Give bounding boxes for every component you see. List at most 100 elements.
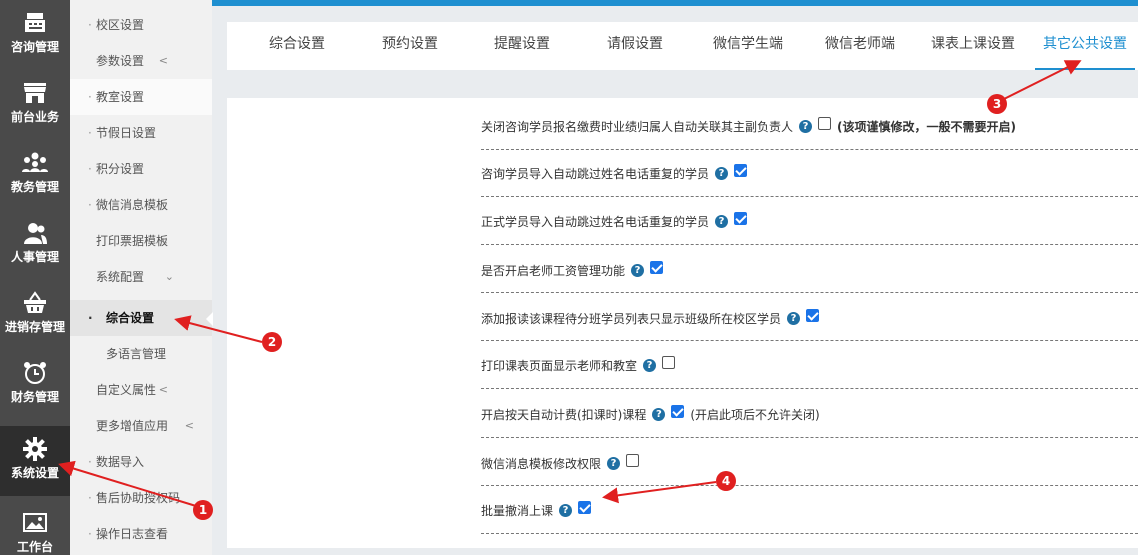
rail-label: 教务管理 bbox=[10, 180, 59, 194]
tab-leave[interactable]: 请假设置 bbox=[593, 22, 677, 70]
chevron-left-icon: < bbox=[158, 54, 168, 67]
help-icon[interactable]: ? bbox=[799, 120, 813, 133]
setting-label: 咨询学员导入自动跳过姓名电话重复的学员 bbox=[481, 167, 710, 181]
submenu-item-parameters[interactable]: 参数设置 < bbox=[70, 43, 212, 79]
top-accent-bar bbox=[212, 0, 1138, 6]
setting-label: 打印课表页面显示老师和教室 bbox=[481, 359, 638, 373]
submenu-item-custom-attributes[interactable]: 自定义属性 < bbox=[70, 372, 212, 408]
rail-label: 财务管理 bbox=[10, 390, 59, 404]
basket-icon bbox=[24, 291, 46, 313]
setting-label: 微信消息模板修改权限 bbox=[481, 457, 602, 471]
row-divider bbox=[481, 485, 1138, 486]
setting-checkbox[interactable] bbox=[818, 117, 832, 130]
setting-row: 正式学员导入自动跳过姓名电话重复的学员? bbox=[481, 212, 1138, 230]
setting-checkbox[interactable] bbox=[671, 405, 685, 418]
rail-item-system-settings[interactable]: 系统设置 bbox=[0, 426, 70, 496]
rail-label: 工作台 bbox=[16, 540, 53, 554]
rail-label: 前台业务 bbox=[10, 110, 59, 124]
annotation-badge-4: 4 bbox=[716, 471, 736, 491]
rail-label: 人事管理 bbox=[10, 250, 59, 264]
annotation-badge-1: 1 bbox=[193, 500, 213, 520]
setting-row: 关闭咨询学员报名缴费时业绩归属人自动关联其主副负责人? (该项谨慎修改，一般不需要… bbox=[481, 117, 1138, 135]
tab-general[interactable]: 综合设置 bbox=[255, 22, 339, 70]
help-icon[interactable]: ? bbox=[715, 167, 729, 180]
storefront-icon bbox=[24, 83, 46, 103]
people-icon bbox=[24, 223, 47, 244]
setting-checkbox[interactable] bbox=[662, 356, 676, 369]
chevron-left-icon: < bbox=[184, 419, 194, 432]
submenu-item-classroom[interactable]: · 教室设置 bbox=[70, 79, 212, 115]
setting-row: 是否开启老师工资管理功能? bbox=[481, 261, 1138, 279]
submenu-item-campus[interactable]: · 校区设置 bbox=[70, 7, 212, 43]
submenu-item-wechat-templates[interactable]: · 微信消息模板 bbox=[70, 187, 212, 223]
row-divider bbox=[481, 244, 1138, 245]
tab-other-public-settings[interactable]: 其它公共设置 bbox=[1035, 22, 1135, 70]
setting-checkbox[interactable] bbox=[578, 501, 592, 514]
help-icon[interactable]: ? bbox=[631, 264, 645, 277]
setting-row: 打印课表页面显示老师和教室? bbox=[481, 356, 1138, 374]
tab-wechat-student[interactable]: 微信学生端 bbox=[701, 22, 795, 70]
setting-label: 开启按天自动计费(扣课时)课程 bbox=[481, 408, 647, 422]
setting-note: (开启此项后不允许关闭) bbox=[690, 408, 820, 422]
setting-label: 批量撤消上课 bbox=[481, 504, 554, 518]
alarm-clock-icon bbox=[24, 362, 46, 384]
row-divider bbox=[481, 437, 1138, 438]
help-icon[interactable]: ? bbox=[787, 312, 801, 325]
submenu-item-points[interactable]: · 积分设置 bbox=[70, 151, 212, 187]
setting-row: 添加报读该课程待分班学员列表只显示班级所在校区学员? bbox=[481, 309, 1138, 327]
register-icon bbox=[25, 13, 45, 32]
setting-label: 是否开启老师工资管理功能 bbox=[481, 264, 626, 278]
setting-row: 咨询学员导入自动跳过姓名电话重复的学员? bbox=[481, 164, 1138, 182]
rail-item-workbench[interactable]: 工作台 bbox=[0, 500, 70, 555]
row-divider bbox=[481, 149, 1138, 150]
setting-label: 正式学员导入自动跳过姓名电话重复的学员 bbox=[481, 215, 710, 229]
setting-note: (该项谨慎修改，一般不需要开启) bbox=[837, 120, 1016, 134]
setting-row: 微信消息模板修改权限? bbox=[481, 454, 1138, 472]
settings-tabs: 综合设置 预约设置 提醒设置 请假设置 微信学生端 微信老师端 课表上课设置 其… bbox=[227, 22, 1138, 70]
rail-item-academic[interactable]: 教务管理 bbox=[0, 140, 70, 210]
help-icon[interactable]: ? bbox=[559, 504, 573, 517]
submenu-item-operation-log[interactable]: · 操作日志查看 bbox=[70, 516, 212, 552]
setting-checkbox[interactable] bbox=[734, 212, 748, 225]
row-divider bbox=[481, 533, 1138, 534]
row-divider bbox=[481, 196, 1138, 197]
submenu-item-holidays[interactable]: · 节假日设置 bbox=[70, 115, 212, 151]
rail-label: 进销存管理 bbox=[4, 320, 65, 334]
tab-timetable[interactable]: 课表上课设置 bbox=[923, 22, 1023, 70]
submenu-item-data-import[interactable]: · 数据导入 bbox=[70, 444, 212, 480]
chevron-down-icon: ⌄ bbox=[164, 270, 174, 283]
rail-item-consult[interactable]: 咨询管理 bbox=[0, 0, 70, 70]
annotation-badge-2: 2 bbox=[262, 332, 282, 352]
row-divider bbox=[481, 388, 1138, 389]
submenu-item-system-config[interactable]: 系统配置 ⌄ bbox=[70, 259, 212, 295]
tab-wechat-teacher[interactable]: 微信老师端 bbox=[813, 22, 907, 70]
submenu-item-print-templates[interactable]: 打印票据模板 < bbox=[70, 223, 212, 259]
tab-reminders[interactable]: 提醒设置 bbox=[480, 22, 564, 70]
submenu-item-languages[interactable]: 多语言管理 bbox=[70, 336, 212, 372]
rail-item-hr[interactable]: 人事管理 bbox=[0, 210, 70, 280]
picture-icon bbox=[23, 513, 47, 532]
help-icon[interactable]: ? bbox=[643, 359, 657, 372]
rail-item-finance[interactable]: 财务管理 bbox=[0, 350, 70, 420]
setting-checkbox[interactable] bbox=[626, 454, 640, 467]
setting-checkbox[interactable] bbox=[650, 261, 664, 274]
help-icon[interactable]: ? bbox=[607, 457, 621, 470]
help-icon[interactable]: ? bbox=[715, 215, 729, 228]
help-icon[interactable]: ? bbox=[652, 408, 666, 421]
submenu-item-more-apps[interactable]: 更多增值应用 < bbox=[70, 408, 212, 444]
group-icon bbox=[22, 152, 48, 172]
setting-checkbox[interactable] bbox=[734, 164, 748, 177]
tab-booking[interactable]: 预约设置 bbox=[368, 22, 452, 70]
chevron-left-icon: < bbox=[158, 234, 168, 247]
active-item-pointer bbox=[206, 312, 213, 326]
submenu-item-general-settings[interactable]: · 综合设置 bbox=[70, 300, 212, 336]
rail-item-front-desk[interactable]: 前台业务 bbox=[0, 70, 70, 140]
setting-label: 添加报读该课程待分班学员列表只显示班级所在校区学员 bbox=[481, 312, 782, 326]
submenu-item-support-code[interactable]: · 售后协助授权码 bbox=[70, 480, 212, 516]
gear-icon bbox=[23, 437, 47, 461]
annotation-badge-3: 3 bbox=[987, 94, 1007, 114]
rail-label: 咨询管理 bbox=[10, 40, 59, 54]
left-icon-rail: 咨询管理 前台业务 教务管理 人事管理 进销存管理 财务管理 系统设置 工作台 bbox=[0, 0, 70, 555]
rail-item-inventory[interactable]: 进销存管理 bbox=[0, 280, 70, 350]
setting-checkbox[interactable] bbox=[806, 309, 820, 322]
